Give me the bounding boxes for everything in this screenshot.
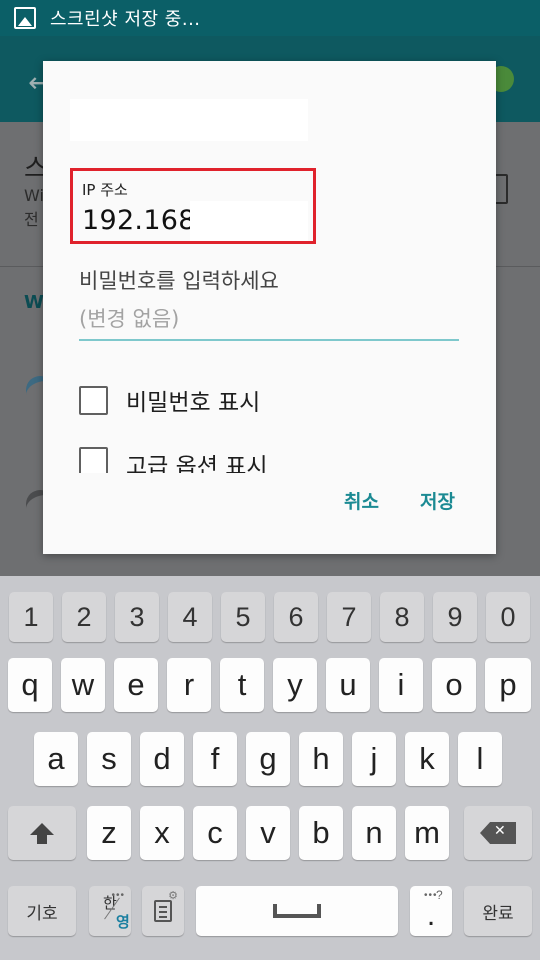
show-password-label: 비밀번호 표시	[126, 390, 261, 416]
key-s[interactable]: s	[87, 732, 131, 786]
key-m[interactable]: m	[405, 806, 449, 860]
key-v[interactable]: v	[246, 806, 290, 860]
background-text: 전	[24, 210, 39, 229]
period-label: .	[426, 899, 436, 932]
background-text: Wi	[24, 186, 44, 205]
ip-address-value: 192.168.	[82, 205, 205, 236]
shift-key[interactable]	[8, 806, 76, 860]
lang-english-label: 영	[116, 913, 130, 931]
space-key[interactable]	[196, 886, 398, 936]
key-w[interactable]: w	[61, 658, 105, 712]
screenshot-icon	[14, 7, 36, 29]
key-t[interactable]: t	[220, 658, 264, 712]
key-i[interactable]: i	[379, 658, 423, 712]
show-password-checkbox[interactable]	[79, 385, 108, 415]
key-4[interactable]: 4	[168, 592, 212, 642]
language-switch-key[interactable]: 한 영 •••	[89, 886, 131, 936]
key-b[interactable]: b	[299, 806, 343, 860]
key-c[interactable]: c	[193, 806, 237, 860]
key-n[interactable]: n	[352, 806, 396, 860]
status-text: 스크린샷 저장 중...	[50, 9, 201, 30]
backspace-key[interactable]	[464, 806, 532, 860]
key-2[interactable]: 2	[62, 592, 106, 642]
key-1[interactable]: 1	[9, 592, 53, 642]
space-bar-icon	[273, 904, 321, 918]
key-g[interactable]: g	[246, 732, 290, 786]
key-5[interactable]: 5	[221, 592, 265, 642]
cancel-button[interactable]: 취소	[344, 487, 379, 514]
key-r[interactable]: r	[167, 658, 211, 712]
advanced-options-row[interactable]: 고급 옵션 표시	[79, 447, 268, 473]
key-p[interactable]: p	[485, 658, 531, 712]
key-e[interactable]: e	[114, 658, 158, 712]
symbols-key[interactable]: 기호	[8, 886, 76, 936]
key-f[interactable]: f	[193, 732, 237, 786]
settings-gear-icon: ⚙	[168, 890, 178, 902]
advanced-options-checkbox[interactable]	[79, 447, 108, 473]
key-x[interactable]: x	[140, 806, 184, 860]
key-h[interactable]: h	[299, 732, 343, 786]
done-key[interactable]: 완료	[464, 886, 532, 936]
key-u[interactable]: u	[326, 658, 370, 712]
clipboard-icon	[154, 900, 172, 922]
status-bar: 스크린샷 저장 중...	[0, 0, 540, 36]
key-0[interactable]: 0	[486, 592, 530, 642]
ip-address-highlight: IP 주소 192.168.	[70, 168, 316, 244]
key-z[interactable]: z	[87, 806, 131, 860]
period-alt-label: ?	[436, 888, 443, 902]
background-section-header: W	[24, 292, 44, 313]
key-9[interactable]: 9	[433, 592, 477, 642]
key-l[interactable]: l	[458, 732, 502, 786]
dialog-title-redacted	[70, 99, 308, 141]
key-j[interactable]: j	[352, 732, 396, 786]
wifi-network-dialog: IP 주소 192.168. 비밀번호를 입력하세요 비밀번호 표시 고급 옵션…	[43, 61, 496, 554]
period-key[interactable]: ••• ? .	[410, 886, 452, 936]
backspace-icon	[480, 822, 516, 844]
key-8[interactable]: 8	[380, 592, 424, 642]
key-k[interactable]: k	[405, 732, 449, 786]
advanced-options-label: 고급 옵션 표시	[126, 454, 268, 473]
ip-address-label: IP 주소	[82, 181, 128, 199]
key-a[interactable]: a	[34, 732, 78, 786]
key-6[interactable]: 6	[274, 592, 318, 642]
clipboard-key[interactable]: ⚙	[142, 886, 184, 936]
ip-address-redaction	[190, 201, 308, 241]
key-d[interactable]: d	[140, 732, 184, 786]
key-y[interactable]: y	[273, 658, 317, 712]
key-7[interactable]: 7	[327, 592, 371, 642]
password-input[interactable]	[79, 299, 459, 341]
soft-keyboard: 1 2 3 4 5 6 7 8 9 0 q w e r t y u i o p …	[0, 576, 540, 960]
more-dots-icon: •••	[111, 890, 125, 901]
shift-arrow-icon	[30, 823, 54, 844]
save-button[interactable]: 저장	[420, 487, 455, 514]
key-3[interactable]: 3	[115, 592, 159, 642]
key-o[interactable]: o	[432, 658, 476, 712]
key-q[interactable]: q	[8, 658, 52, 712]
show-password-row[interactable]: 비밀번호 표시	[79, 383, 260, 417]
password-label: 비밀번호를 입력하세요	[79, 269, 279, 293]
